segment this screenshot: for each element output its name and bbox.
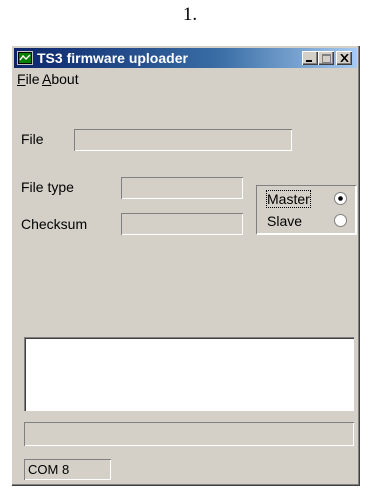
app-window-icon [17, 51, 33, 65]
checksum-field[interactable] [121, 213, 243, 235]
maximize-button[interactable] [318, 51, 334, 65]
menu-about[interactable]: About [42, 71, 79, 87]
app-window: TS3 firmware uploader File About File Fi… [11, 45, 360, 486]
menu-file[interactable]: File [17, 71, 40, 87]
menu-file-label: ile [25, 71, 40, 87]
mode-radio-group: Master Slave [256, 185, 356, 234]
radio-slave[interactable]: Slave [256, 210, 356, 232]
menu-about-mnemonic: A [42, 71, 52, 87]
radio-unselected-icon [334, 214, 347, 227]
menu-file-mnemonic: F [17, 71, 26, 87]
radio-master-label: Master [266, 190, 311, 208]
title-bar[interactable]: TS3 firmware uploader [14, 48, 357, 68]
minimize-icon [306, 60, 312, 62]
page-caption: 1. [182, 4, 198, 25]
window-title: TS3 firmware uploader [37, 50, 188, 66]
close-button[interactable] [336, 51, 352, 65]
filetype-field[interactable] [121, 177, 243, 199]
maximize-icon [321, 53, 331, 63]
file-field[interactable] [74, 129, 292, 151]
radio-selected-icon [334, 192, 347, 205]
log-textarea[interactable] [24, 337, 354, 411]
minimize-button[interactable] [302, 51, 318, 65]
radio-master[interactable]: Master [256, 188, 356, 210]
com-port-text: COM 8 [28, 462, 70, 477]
checksum-label: Checksum [21, 216, 88, 232]
upload-progress-bar [24, 422, 354, 446]
close-icon [339, 54, 349, 62]
filetype-label: File type [21, 179, 74, 195]
status-bar-port: COM 8 [24, 459, 111, 480]
radio-slave-label: Slave [267, 213, 303, 229]
file-label: File [21, 131, 44, 147]
menu-bar: File About [14, 69, 357, 89]
menu-about-label: bout [51, 71, 79, 87]
